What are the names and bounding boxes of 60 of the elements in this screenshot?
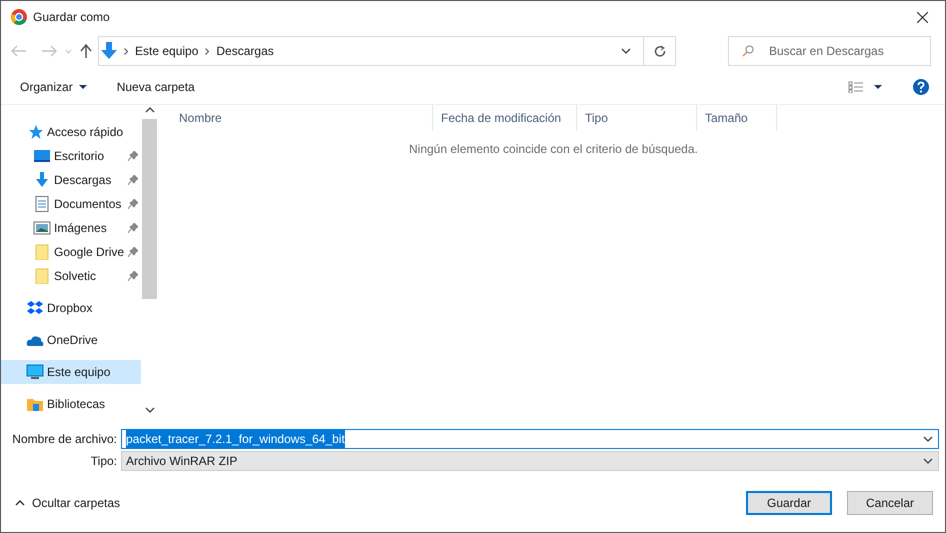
- image-icon: [33, 220, 51, 236]
- column-header[interactable]: Fecha de modificación: [433, 105, 577, 131]
- scrollbar-thumb[interactable]: [142, 119, 157, 299]
- nav-item[interactable]: Descargas: [1, 168, 141, 192]
- forward-arrow-icon[interactable]: [41, 45, 57, 57]
- history-caret-icon[interactable]: [65, 48, 72, 54]
- nav-item[interactable]: Acceso rápido: [1, 120, 141, 144]
- hide-folders-button[interactable]: Ocultar carpetas: [15, 494, 120, 512]
- up-arrow-icon[interactable]: [80, 44, 92, 58]
- field-label: Tipo:: [90, 453, 118, 470]
- address-bar[interactable]: Este equipo Descargas: [98, 36, 676, 66]
- close-icon: [916, 12, 928, 22]
- column-header[interactable]: Tamaño: [697, 105, 777, 131]
- folder-icon: [33, 268, 51, 284]
- field-label: Nombre de archivo:: [11, 431, 118, 448]
- nav-item[interactable]: Dropbox: [1, 296, 141, 320]
- back-arrow-icon[interactable]: [11, 45, 27, 57]
- refresh-icon: [654, 45, 666, 57]
- nav-item[interactable]: Google Drive: [1, 240, 141, 264]
- chevron-up-icon: [15, 500, 25, 506]
- scroll-up-icon: [144, 107, 154, 113]
- new-folder-button[interactable]: Nueva carpeta: [116, 78, 195, 96]
- nav-item[interactable]: OneDrive: [1, 328, 141, 352]
- breadcrumb[interactable]: Descargas: [216, 42, 274, 60]
- dropdown-chevron-icon: [923, 436, 933, 442]
- dropdown-chevron-icon: [621, 48, 631, 54]
- organize-menu-button[interactable]: Organizar: [20, 78, 87, 96]
- breadcrumb-chevron-icon: [205, 48, 210, 54]
- column-header[interactable]: Nombre: [171, 105, 433, 131]
- help-icon[interactable]: [913, 78, 929, 94]
- view-options-icon[interactable]: [848, 80, 864, 92]
- download-arrow-icon: [33, 172, 51, 188]
- breadcrumb[interactable]: Este equipo: [135, 42, 198, 60]
- nav-item[interactable]: Imágenes: [1, 216, 141, 240]
- nav-item[interactable]: Bibliotecas: [1, 392, 141, 416]
- column-header[interactable]: Tipo: [577, 105, 697, 131]
- download-arrow-icon: [101, 42, 117, 60]
- window-title: Guardar como: [33, 9, 110, 26]
- dropdown-chevron-icon: [923, 458, 933, 464]
- search-field[interactable]: Buscar en Descargas: [728, 36, 931, 66]
- nav-item[interactable]: Este equipo: [1, 360, 141, 384]
- nav-item[interactable]: Documentos: [1, 192, 141, 216]
- search-icon: [742, 45, 754, 57]
- nav-item[interactable]: Escritorio: [1, 144, 141, 168]
- desktop-icon: [33, 148, 51, 164]
- monitor-icon: [26, 364, 44, 380]
- document-icon: [33, 196, 51, 212]
- breadcrumb-chevron-icon: [124, 48, 128, 54]
- nav-item[interactable]: Solvetic: [1, 264, 141, 288]
- folder-icon: [33, 244, 51, 260]
- cancel-button[interactable]: Cancelar: [847, 490, 933, 514]
- folder-icon: [26, 396, 44, 412]
- app-logo-icon: [11, 9, 27, 25]
- save-button[interactable]: Guardar: [746, 490, 832, 514]
- file-type-dropdown[interactable]: Archivo WinRAR ZIP: [121, 451, 939, 471]
- caret-icon[interactable]: [874, 84, 882, 88]
- file-name-field[interactable]: packet_tracer_7.2.1_for_windows_64_bit: [121, 429, 939, 449]
- caret-icon: [78, 84, 87, 88]
- scroll-down-icon: [144, 407, 154, 413]
- empty-message: Ningún elemento coincide con el criterio de búsqueda.: [408, 141, 699, 158]
